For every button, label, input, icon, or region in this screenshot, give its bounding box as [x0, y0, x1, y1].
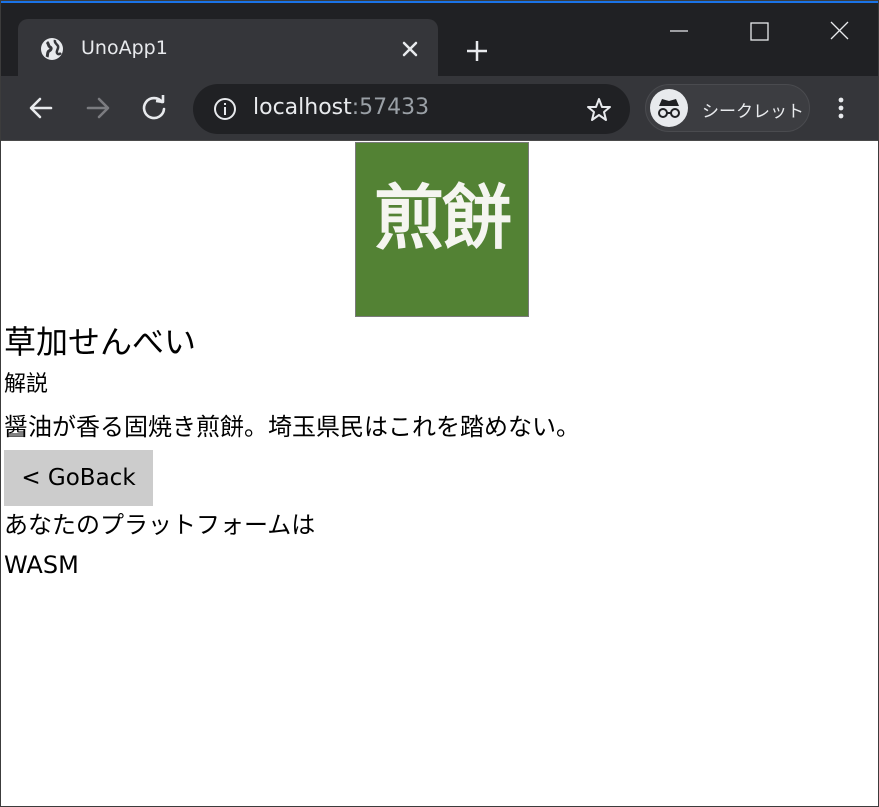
page-content: 煎餅 草加せんべい 解説 醤油が香る固焼き煎餅。埼玉県民はこれを踏めない。 < …	[2, 142, 878, 806]
description-label: 解説	[4, 372, 49, 397]
arrow-right-icon[interactable]	[83, 93, 113, 123]
browser-window: UnoApp1 localhost:57433 シークレット 煎餅 草加せんべい…	[0, 0, 879, 807]
reload-icon[interactable]	[139, 93, 169, 123]
url-host: localhost	[253, 95, 352, 120]
senbei-logo: 煎餅	[355, 142, 529, 317]
kebab-menu-icon[interactable]	[829, 93, 853, 123]
page-title: 草加せんべい	[4, 323, 197, 361]
globe-icon	[41, 38, 63, 60]
platform-label: あなたのプラットフォームは	[4, 511, 316, 539]
info-icon[interactable]	[213, 97, 237, 121]
browser-toolbar: localhost:57433 シークレット	[1, 76, 878, 141]
incognito-icon	[650, 89, 688, 127]
tab-strip: UnoApp1	[1, 1, 878, 78]
description-text: 醤油が香る固焼き煎餅。埼玉県民はこれを踏めない。	[4, 413, 580, 441]
star-icon[interactable]	[586, 97, 612, 123]
goback-button[interactable]: < GoBack	[4, 450, 153, 506]
platform-value: WASM	[4, 551, 79, 579]
logo-text: 煎餅	[374, 177, 512, 259]
close-icon[interactable]	[400, 39, 420, 59]
url-text: localhost:57433	[253, 95, 429, 120]
window-close-icon[interactable]	[819, 17, 859, 47]
tab-title: UnoApp1	[81, 37, 168, 59]
address-bar[interactable]: localhost:57433	[193, 84, 630, 134]
incognito-label: シークレット	[702, 102, 804, 122]
tab-unoapp1[interactable]: UnoApp1	[18, 19, 438, 78]
plus-icon[interactable]	[463, 37, 491, 65]
arrow-left-icon[interactable]	[26, 93, 56, 123]
maximize-icon[interactable]	[739, 17, 779, 47]
url-port: :57433	[351, 95, 430, 120]
minimize-icon[interactable]	[659, 17, 699, 47]
incognito-profile-button[interactable]: シークレット	[645, 84, 810, 132]
